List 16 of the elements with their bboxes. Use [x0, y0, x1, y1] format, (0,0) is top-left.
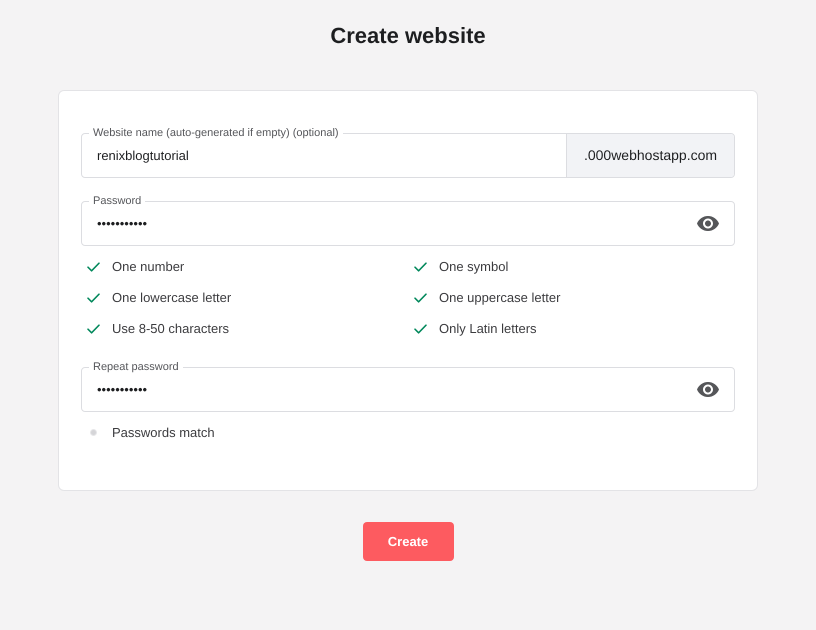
- requirement-text: Only Latin letters: [439, 320, 537, 338]
- field-label: Website name (auto-generated if empty) (optional): [89, 126, 343, 140]
- domain-suffix: .000webhostapp.com: [566, 134, 734, 177]
- requirement-text: One number: [112, 258, 184, 276]
- requirement-text: One lowercase letter: [112, 288, 232, 307]
- eye-icon[interactable]: [697, 382, 719, 397]
- requirement-text: One symbol: [439, 258, 508, 276]
- eye-icon[interactable]: [697, 216, 719, 231]
- requirement-text: Passwords match: [112, 424, 215, 442]
- password-input[interactable]: •••••••••••: [97, 214, 689, 232]
- password-input[interactable]: •••••••••••: [97, 380, 689, 398]
- page-title: Create website: [330, 22, 486, 50]
- website-name-input[interactable]: renixblogtutorial: [97, 146, 558, 164]
- field-label: Repeat password: [89, 360, 183, 374]
- requirement-text: Use 8-50 characters: [112, 320, 230, 338]
- requirement-text: One uppercase letter: [439, 288, 560, 307]
